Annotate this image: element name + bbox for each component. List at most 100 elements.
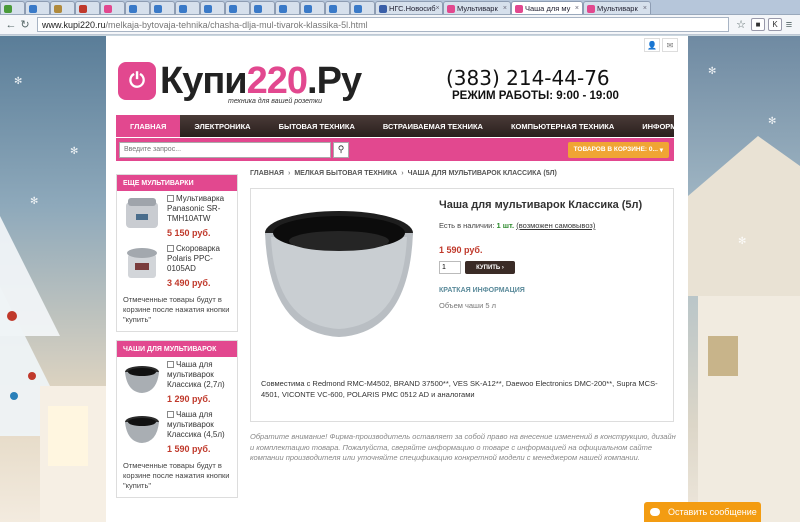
multicooker-thumbnail[interactable] (121, 194, 163, 232)
tab-favicon-icon (4, 4, 12, 13)
logo-wordmark: Купи220.Ру (160, 60, 362, 102)
main-content: ГЛАВНАЯ › МЕЛКАЯ БЫТОВАЯ ТЕХНИКА › ЧАША ДЛЯ … (250, 170, 676, 462)
breadcrumb-category[interactable]: МЕЛКАЯ БЫТОВАЯ ТЕХНИКА (294, 170, 397, 177)
mail-icon[interactable]: ✉ (662, 38, 678, 52)
tab-favicon-icon (154, 4, 162, 13)
sidebar-product[interactable]: Мультиварка Panasonic SR-TMH10ATW 5 150 р… (117, 191, 237, 241)
search-icon[interactable]: ⚲ (333, 141, 349, 158)
chat-bubble-icon (650, 508, 660, 516)
search-bar: ⚲ ТОВАРОВ В КОРЗИНЕ: 0... ▾ (116, 138, 674, 161)
browser-tab[interactable] (225, 1, 250, 14)
buy-button[interactable]: КУПИТЬ › (465, 261, 515, 274)
sidebar-product[interactable]: Чаша для мультиварок Классика (2,7л) 1 29… (117, 357, 237, 407)
sidebar-product-price: 3 490 руб. (167, 278, 211, 288)
extension-k-icon[interactable]: K (768, 18, 782, 31)
nav-item[interactable]: БЫТОВАЯ ТЕХНИКА (265, 115, 369, 137)
browser-tab[interactable] (125, 1, 150, 14)
browser-tab[interactable] (200, 1, 225, 14)
tab-favicon-icon (329, 4, 337, 13)
breadcrumb-home[interactable]: ГЛАВНАЯ (250, 170, 284, 177)
compare-checkbox[interactable] (167, 411, 174, 419)
nav-item[interactable]: ГЛАВНАЯ (116, 115, 181, 137)
browser-tab[interactable] (275, 1, 300, 14)
tab-favicon-icon (29, 4, 37, 13)
browser-tab[interactable] (150, 1, 175, 14)
compare-checkbox[interactable] (167, 195, 174, 203)
nav-item[interactable]: ВСТРАИВАЕМАЯ ТЕХНИКА (369, 115, 497, 137)
nav-item[interactable]: КОМПЬЮТЕРНАЯ ТЕХНИКА (497, 115, 628, 137)
extension-icon[interactable]: ■ (751, 18, 765, 31)
sidebar-product-name[interactable]: Скороварка Polaris PPC-0105AD (167, 244, 220, 273)
snowflake-icon: ✻ (738, 236, 747, 247)
compare-checkbox[interactable] (167, 245, 174, 253)
tab-close-icon[interactable]: × (575, 5, 579, 12)
cart-button[interactable]: ТОВАРОВ В КОРЗИНЕ: 0... ▾ (567, 141, 669, 158)
tab-favicon-icon (79, 4, 87, 13)
tab-close-icon[interactable]: × (643, 5, 647, 12)
breadcrumb-current: ЧАША ДЛЯ МУЛЬТИВАРОК КЛАССИКА (5Л) (407, 170, 557, 177)
browser-tab[interactable] (325, 1, 350, 14)
bowl-thumbnail[interactable] (121, 410, 163, 448)
product-title: Чаша для мультиварок Классика (5л) (439, 199, 643, 211)
compare-checkbox[interactable] (167, 361, 174, 369)
sidebar-product-name[interactable]: Чаша для мультиварок Классика (4,5л) (167, 410, 225, 439)
search-input[interactable] (119, 141, 331, 158)
browser-tab[interactable] (100, 1, 125, 14)
sidebar-product-price: 1 290 руб. (167, 394, 211, 404)
browser-tab[interactable] (0, 1, 25, 14)
sidebar-product-price: 1 590 руб. (167, 444, 211, 454)
browser-tab[interactable] (250, 1, 275, 14)
url-host: www.kupi220.ru (42, 19, 106, 30)
menu-icon[interactable]: ≡ (782, 18, 796, 32)
logo-slogan: техника для вашей розетки (228, 98, 322, 105)
pickup-link[interactable]: (возможен самовывоз) (516, 221, 595, 230)
browser-tab[interactable] (75, 1, 100, 14)
tab-label: Чаша для му (525, 4, 571, 13)
snowflake-icon: ✻ (30, 196, 39, 207)
address-bar[interactable]: www.kupi220.ru/melkaja-bytovaja-tehnika/… (37, 17, 729, 32)
browser-tab-active[interactable]: Чаша для му × (511, 1, 583, 14)
sidebar-box-title: ЕЩЕ МУЛЬТИВАРКИ (117, 175, 237, 191)
background-winter-left: ✻ ✻ ✻ (0, 36, 106, 522)
browser-tab[interactable] (50, 1, 75, 14)
product-image[interactable] (259, 203, 419, 349)
browser-tab[interactable] (25, 1, 50, 14)
browser-tab[interactable]: НГС.Новосиб × (375, 1, 443, 14)
browser-tab[interactable]: Мультиварк × (443, 1, 511, 14)
tab-close-icon[interactable]: × (503, 5, 507, 12)
chat-button[interactable]: Оставить сообщение (644, 502, 761, 522)
tab-favicon-icon (104, 4, 112, 13)
tab-favicon-icon (54, 4, 62, 13)
browser-tab[interactable] (175, 1, 200, 14)
tab-close-icon[interactable]: × (436, 5, 440, 12)
pressure-cooker-thumbnail[interactable] (121, 244, 163, 282)
snowflake-icon: ✻ (70, 146, 79, 157)
compatibility-text: Совместима с Redmond RMC-M4502, BRAND 37… (261, 379, 658, 399)
phone-number: (383) 214-44-76 (446, 66, 610, 90)
browser-tab[interactable] (350, 1, 375, 14)
bookmark-star-icon[interactable]: ☆ (734, 18, 748, 32)
top-icons: 👤 ✉ (642, 38, 678, 52)
product-price: 1 590 руб. (439, 245, 483, 255)
short-info-heading: КРАТКАЯ ИНФОРМАЦИЯ (439, 287, 525, 294)
sidebar-note: Отмеченные товары будут в корзине после … (123, 295, 230, 324)
sidebar-product[interactable]: Чаша для мультиварок Классика (4,5л) 1 59… (117, 407, 237, 457)
tab-favicon-icon (254, 4, 262, 13)
quantity-input[interactable] (439, 261, 461, 274)
sidebar-product-name[interactable]: Чаша для мультиварок Классика (2,7л) (167, 360, 225, 389)
browser-tab[interactable]: Мультиварк × (583, 1, 651, 14)
site-logo[interactable]: ⏻ Купи220.Ру техника для вашей розетки (118, 60, 362, 105)
sidebar-product-name[interactable]: Мультиварка Panasonic SR-TMH10ATW (167, 194, 224, 223)
back-icon[interactable]: ← (4, 18, 18, 32)
reload-icon[interactable]: ↻ (18, 18, 32, 32)
user-icon[interactable]: 👤 (644, 38, 660, 52)
nav-item[interactable]: ИНФОРМАЦИЯ (628, 115, 688, 137)
nav-item[interactable]: ЭЛЕКТРОНИКА (180, 115, 264, 137)
sidebar: ЕЩЕ МУЛЬТИВАРКИ Мультиварка Panasonic SR… (116, 174, 238, 506)
tab-favicon-icon (304, 4, 312, 13)
sidebar-product[interactable]: Скороварка Polaris PPC-0105AD 3 490 руб. (117, 241, 237, 291)
product-card: Чаша для мультиварок Классика (5л) Есть … (250, 188, 674, 422)
browser-tab[interactable] (300, 1, 325, 14)
disclaimer: Обратите внимание! Фирма-производитель о… (250, 432, 676, 462)
bowl-thumbnail[interactable] (121, 360, 163, 398)
